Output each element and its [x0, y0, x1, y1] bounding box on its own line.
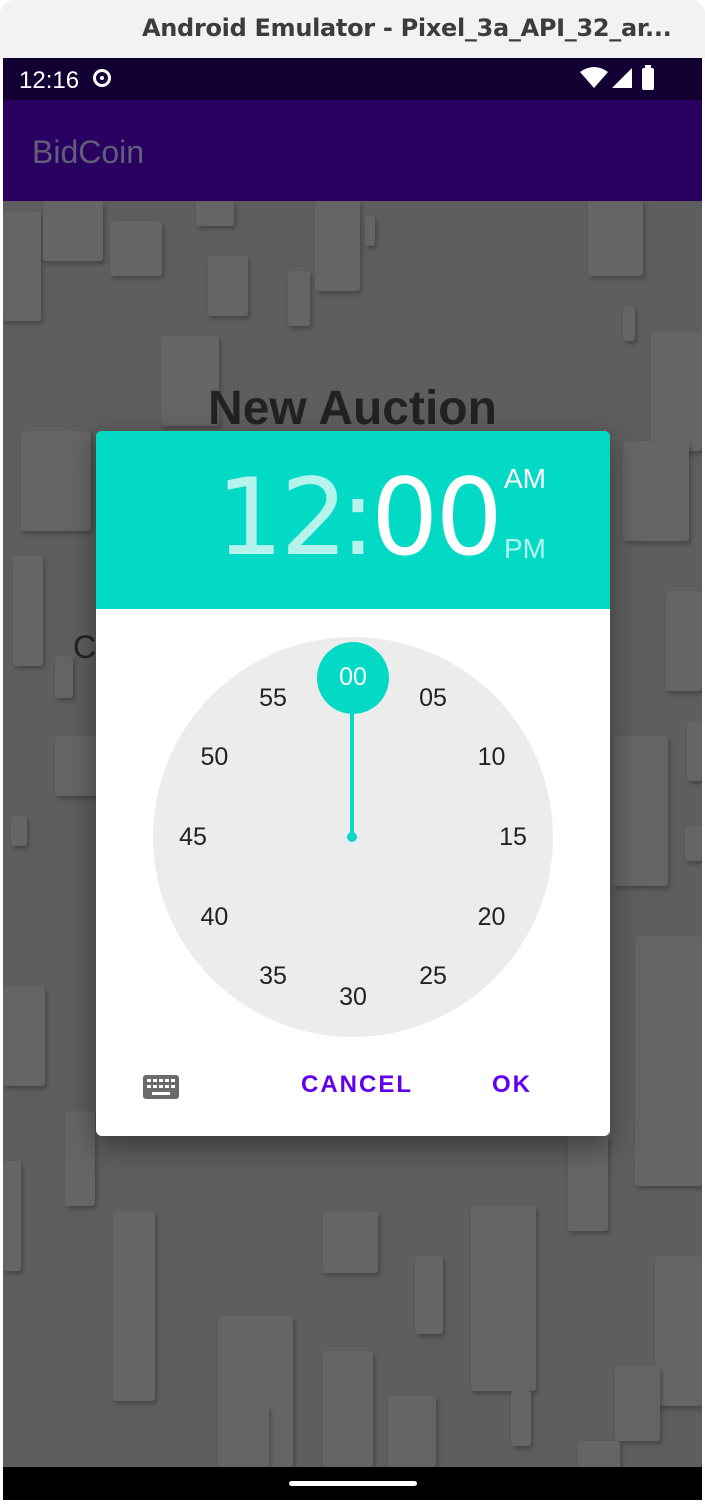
background-tile: [3, 211, 41, 321]
minute-label-45[interactable]: 45: [168, 820, 218, 854]
am-toggle[interactable]: AM: [504, 463, 546, 495]
background-tile: [655, 1256, 702, 1406]
minute-label-50[interactable]: 50: [189, 740, 239, 774]
minute-label-05[interactable]: 05: [408, 681, 458, 715]
form-field-label: C: [73, 629, 97, 665]
background-tile: [315, 201, 360, 291]
background-tile: [113, 1211, 155, 1401]
minute-label-00[interactable]: 00: [328, 660, 378, 694]
background-tile: [43, 201, 103, 261]
background-tile: [615, 1366, 660, 1441]
background-tile: [568, 1136, 608, 1231]
wifi-signal-icons: [580, 67, 632, 88]
clock-hand: [350, 709, 354, 837]
background-tile: [55, 656, 73, 698]
background-tile: [471, 1206, 536, 1391]
battery-icon: [642, 65, 654, 90]
background-tile: [635, 936, 702, 1186]
app-bar: BidCoin: [3, 100, 702, 201]
page-heading: New Auction: [208, 382, 497, 435]
emulator-title-bar: Android Emulator - Pixel_3a_API_32_ar...: [0, 0, 705, 58]
background-tile: [229, 1406, 269, 1467]
status-bar: 12:16: [3, 58, 702, 100]
background-tile: [21, 431, 91, 531]
minute-label-55[interactable]: 55: [248, 681, 298, 715]
minute-display[interactable]: 00: [371, 463, 503, 573]
minute-label-20[interactable]: 20: [467, 900, 517, 934]
minute-label-30[interactable]: 30: [328, 980, 378, 1014]
media-icon: [93, 69, 111, 87]
background-tile: [13, 556, 43, 666]
background-tile: [588, 201, 643, 276]
pm-toggle[interactable]: PM: [504, 533, 546, 565]
background-tile: [196, 201, 234, 226]
navigation-bar: [3, 1467, 702, 1500]
minute-label-25[interactable]: 25: [408, 959, 458, 993]
background-tile: [388, 1396, 436, 1467]
hour-display[interactable]: 12: [216, 463, 348, 573]
app-title: BidCoin: [32, 134, 145, 170]
background-tile: [415, 1256, 443, 1334]
background-tile: [11, 816, 27, 846]
keyboard-icon[interactable]: [143, 1075, 179, 1099]
status-time: 12:16: [19, 67, 80, 94]
background-tile: [578, 1441, 620, 1467]
background-tile: [687, 721, 702, 781]
cancel-button[interactable]: CANCEL: [301, 1071, 413, 1099]
background-tile: [288, 271, 310, 326]
background-tile: [323, 1211, 378, 1273]
home-gesture-handle[interactable]: [289, 1481, 417, 1486]
time-picker-dialog: 12 : 00 AM PM 00 05 10 15 20 25 30 35 40 45 50 55 C…: [96, 431, 610, 1136]
minute-label-35[interactable]: 35: [248, 959, 298, 993]
background-tile: [208, 256, 248, 316]
minute-label-40[interactable]: 40: [189, 900, 239, 934]
background-tile: [511, 1391, 531, 1446]
background-tile: [666, 591, 702, 691]
emulator-title: Android Emulator - Pixel_3a_API_32_ar...: [142, 14, 672, 42]
background-tile: [685, 826, 702, 861]
background-tile: [55, 736, 97, 796]
background-tile: [65, 1111, 95, 1206]
wifi-icon: [580, 67, 608, 88]
background-tile: [3, 1161, 21, 1271]
background-tile: [613, 736, 668, 886]
background-tile: [3, 986, 45, 1086]
minute-label-10[interactable]: 10: [467, 740, 517, 774]
ok-button[interactable]: OK: [492, 1071, 532, 1099]
background-tile: [623, 306, 635, 341]
background-tile: [365, 216, 375, 246]
time-picker-header: 12 : 00 AM PM: [96, 431, 610, 609]
background-tile: [110, 221, 162, 276]
background-tile: [323, 1351, 373, 1467]
minute-label-15[interactable]: 15: [488, 820, 538, 854]
background-tile: [623, 441, 689, 541]
signal-icon: [612, 68, 632, 88]
clock-center-dot: [347, 832, 357, 842]
